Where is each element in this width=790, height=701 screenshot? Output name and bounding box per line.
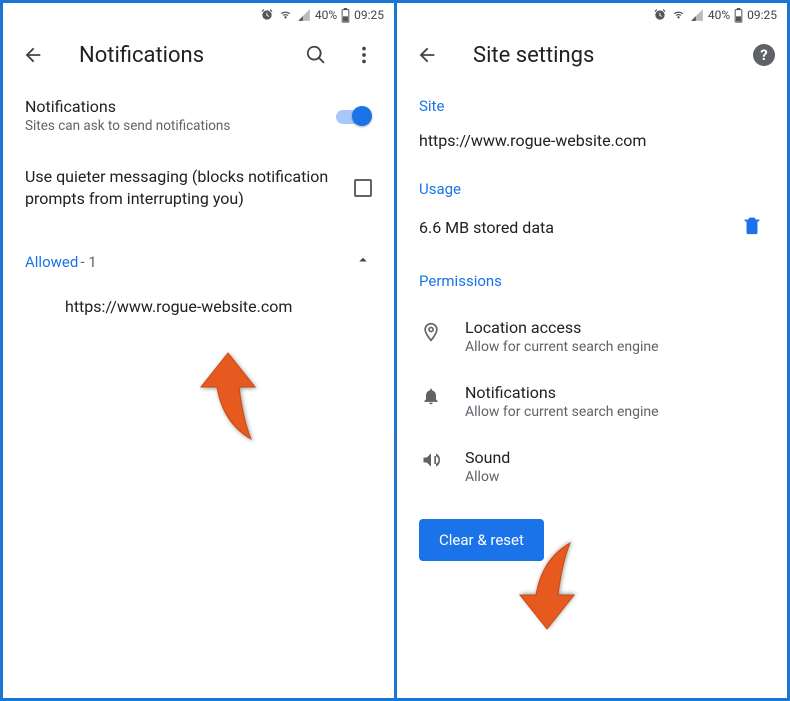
status-bar: 40% 09:25 <box>3 3 394 27</box>
notifications-label: Notifications <box>465 383 765 402</box>
search-button[interactable] <box>298 37 334 73</box>
back-button[interactable] <box>15 37 51 73</box>
site-url-row: https://www.rogue-website.com <box>397 121 787 166</box>
site-url: https://www.rogue-website.com <box>419 131 646 150</box>
alarm-icon <box>653 8 667 22</box>
battery-icon <box>734 8 743 23</box>
allowed-header[interactable]: Allowed - 1 <box>3 227 394 279</box>
location-icon <box>419 318 443 344</box>
notifications-sub: Allow for current search engine <box>465 404 765 420</box>
quieter-label: Use quieter messaging (blocks notificati… <box>25 166 354 209</box>
wifi-icon <box>671 8 686 22</box>
stored-data-label: 6.6 MB stored data <box>419 218 741 237</box>
chevron-up-icon <box>354 251 372 273</box>
back-button[interactable] <box>409 37 445 73</box>
help-button[interactable]: ? <box>753 44 775 66</box>
allowed-label: Allowed <box>25 253 78 271</box>
usage-section-header: Usage <box>397 166 787 204</box>
notifications-sub: Sites can ask to send notifications <box>25 118 336 134</box>
screen-notifications: 40% 09:25 Notifications Notifications Si… <box>3 3 394 698</box>
signal-icon <box>690 8 704 22</box>
alarm-icon <box>260 8 274 22</box>
delete-icon[interactable] <box>741 214 765 240</box>
app-bar: Site settings ? <box>397 27 787 83</box>
clear-reset-button[interactable]: Clear & reset <box>419 519 544 561</box>
quieter-messaging-row[interactable]: Use quieter messaging (blocks notificati… <box>3 148 394 227</box>
annotation-arrow-1 <box>193 351 263 441</box>
sound-label: Sound <box>465 448 765 467</box>
allowed-site-row[interactable]: https://www.rogue-website.com <box>3 279 394 334</box>
wifi-icon <box>278 8 293 22</box>
page-title: Site settings <box>473 43 741 68</box>
location-sub: Allow for current search engine <box>465 339 765 355</box>
battery-icon <box>341 8 350 23</box>
sound-icon <box>419 448 443 470</box>
site-section-header: Site <box>397 83 787 121</box>
clock-time: 09:25 <box>354 8 384 22</box>
page-title: Notifications <box>79 43 286 68</box>
notifications-toggle-row[interactable]: Notifications Sites can ask to send noti… <box>3 83 394 148</box>
status-bar: 40% 09:25 <box>397 3 787 27</box>
stored-data-row[interactable]: 6.6 MB stored data <box>397 204 787 258</box>
site-url: https://www.rogue-website.com <box>65 297 292 316</box>
permissions-section-header: Permissions <box>397 258 787 296</box>
notifications-toggle[interactable] <box>336 106 372 126</box>
quieter-checkbox[interactable] <box>354 179 372 197</box>
signal-icon <box>297 8 311 22</box>
clock-time: 09:25 <box>747 8 777 22</box>
battery-pct: 40% <box>708 8 730 22</box>
sound-sub: Allow <box>465 469 765 485</box>
screen-site-settings: 40% 09:25 Site settings ? Site https://w… <box>397 3 787 698</box>
app-bar: Notifications <box>3 27 394 83</box>
permission-location-row[interactable]: Location access Allow for current search… <box>397 296 787 369</box>
bell-icon <box>419 383 443 407</box>
battery-pct: 40% <box>315 8 337 22</box>
permission-sound-row[interactable]: Sound Allow <box>397 434 787 499</box>
permission-notifications-row[interactable]: Notifications Allow for current search e… <box>397 369 787 434</box>
allowed-count: - 1 <box>80 253 96 271</box>
location-label: Location access <box>465 318 765 337</box>
more-button[interactable] <box>346 37 382 73</box>
notifications-label: Notifications <box>25 97 336 116</box>
